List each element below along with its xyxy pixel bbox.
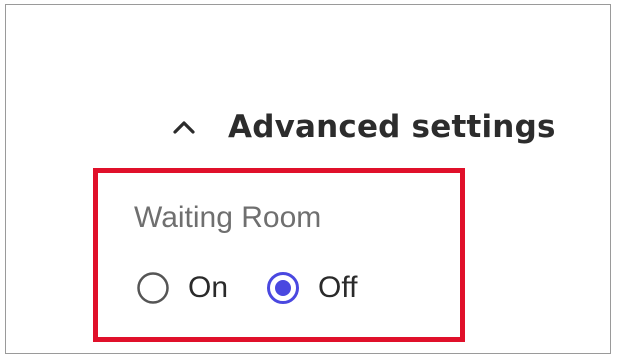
advanced-settings-toggle[interactable]: Advanced settings — [166, 105, 556, 149]
radio-unselected-icon[interactable] — [136, 271, 170, 305]
waiting-room-title: Waiting Room — [134, 201, 322, 234]
waiting-room-on-option[interactable]: On — [136, 271, 228, 305]
waiting-room-off-label: Off — [318, 271, 358, 304]
chevron-up-icon[interactable] — [166, 115, 202, 139]
radio-selected-icon[interactable] — [266, 271, 300, 305]
waiting-room-on-label: On — [188, 271, 229, 304]
waiting-room-section: Waiting Room On Off — [93, 168, 465, 342]
waiting-room-off-option[interactable]: Off — [266, 271, 358, 305]
waiting-room-radio-group: On Off — [136, 271, 358, 305]
advanced-settings-label: Advanced settings — [228, 109, 556, 145]
